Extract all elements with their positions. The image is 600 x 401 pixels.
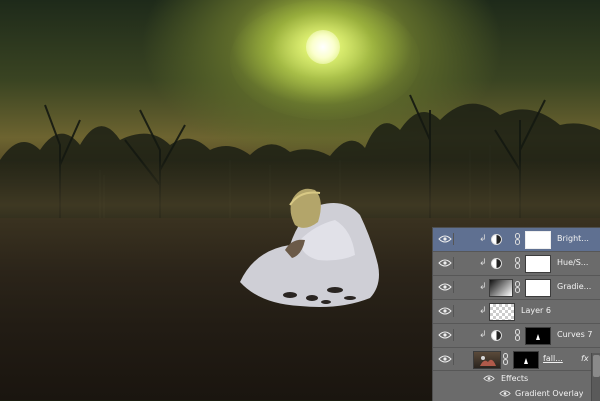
effects-label: Effects (501, 374, 529, 383)
link-chain-icon (503, 353, 508, 365)
layer-row-curves-7[interactable]: ↲ Curves 7 (433, 324, 600, 348)
layer-mask-thumbnail[interactable] (525, 255, 551, 273)
layer-mask-thumbnail[interactable] (525, 231, 551, 249)
layer-row-gradient[interactable]: ↲ Gradie... (433, 276, 600, 300)
photo-thumbnail[interactable] (473, 351, 501, 369)
layer-row-fall[interactable]: fall... fx (433, 348, 600, 371)
scrollbar-thumb[interactable] (593, 355, 600, 377)
fx-badge[interactable]: fx (581, 354, 589, 363)
clipping-arrow-icon: ↲ (479, 234, 487, 244)
layer-name: Hue/S... (557, 258, 589, 267)
gradient-overlay-label: Gradient Overlay (515, 389, 584, 398)
clipping-arrow-icon: ↲ (479, 258, 487, 268)
adjustment-icon (491, 330, 502, 341)
gradient-overlay-row[interactable]: Gradient Overlay (433, 386, 591, 401)
adjustment-icon (491, 234, 502, 245)
layer-name: Bright... (557, 234, 589, 243)
layer-name: Layer 6 (521, 306, 551, 315)
visibility-eye-icon[interactable] (437, 329, 454, 341)
link-chain-icon (515, 281, 520, 293)
layers-scrollbar[interactable] (591, 353, 600, 401)
layer-mask-thumbnail[interactable] (513, 351, 539, 369)
effects-row[interactable]: Effects (433, 371, 591, 386)
visibility-eye-icon[interactable] (437, 233, 454, 245)
link-chain-icon (515, 329, 520, 341)
visibility-eye-icon[interactable] (437, 305, 454, 317)
layer-row-layer-6[interactable]: ↲ Layer 6 (433, 300, 600, 324)
visibility-eye-icon[interactable] (437, 257, 454, 269)
visibility-eye-icon[interactable] (437, 353, 454, 365)
visibility-eye-icon[interactable] (437, 281, 454, 293)
effects-eye-icon[interactable] (483, 375, 495, 384)
layer-row-brightness[interactable]: ↲ Bright... (433, 228, 600, 252)
clipping-arrow-icon: ↲ (479, 330, 487, 340)
clipping-arrow-icon: ↲ (479, 306, 487, 316)
adjustment-icon (491, 258, 502, 269)
layers-panel: ↲ Bright... ↲ Hue/S... ↲ Gradie... ↲ Lay… (432, 227, 600, 401)
layer-name: Curves 7 (557, 330, 593, 339)
link-chain-icon (515, 233, 520, 245)
layer-row-hue-saturation[interactable]: ↲ Hue/S... (433, 252, 600, 276)
layer-name: fall... (543, 354, 563, 363)
layer-thumbnail[interactable] (489, 303, 515, 321)
link-chain-icon (515, 257, 520, 269)
layer-mask-thumbnail[interactable] (525, 327, 551, 345)
layer-mask-thumbnail[interactable] (525, 279, 551, 297)
clipping-arrow-icon: ↲ (479, 282, 487, 292)
gradient-icon[interactable] (489, 279, 513, 297)
layer-name: Gradie... (557, 282, 592, 291)
gradient-overlay-eye-icon[interactable] (499, 390, 511, 399)
